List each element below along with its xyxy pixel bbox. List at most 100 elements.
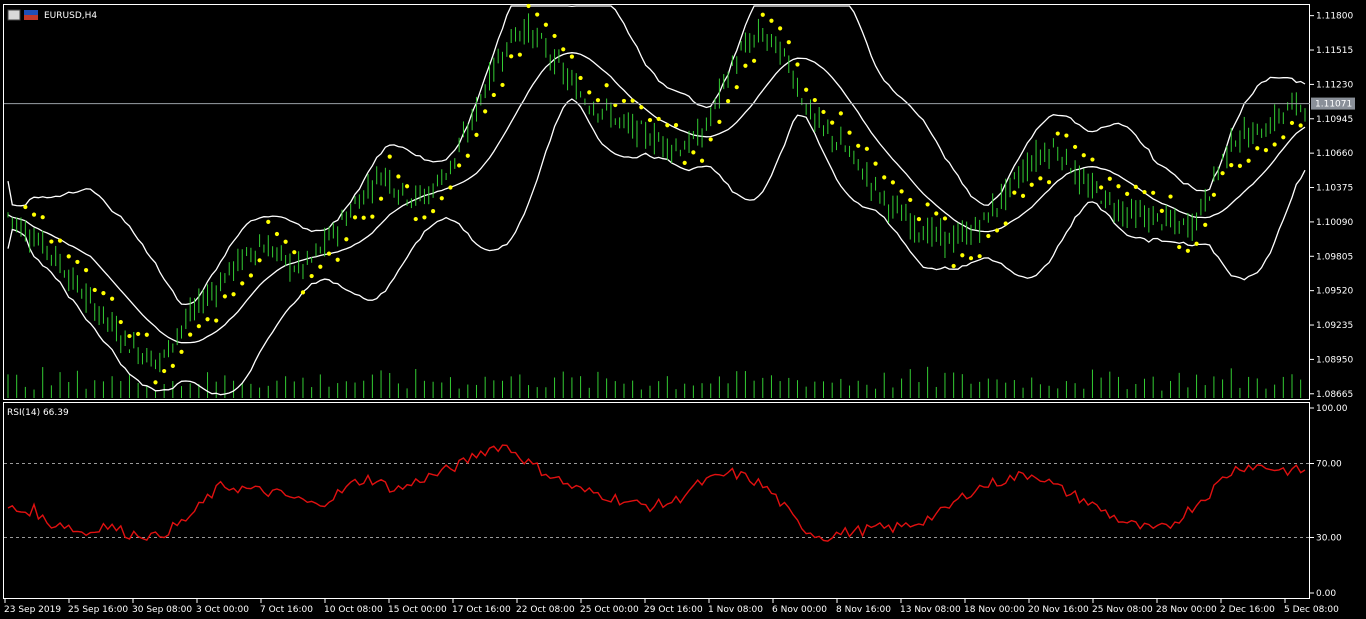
sar-dot (465, 153, 470, 158)
bollinger-middle (7, 52, 1306, 344)
rsi-panel-frame (3, 402, 1310, 599)
sar-dot (231, 292, 236, 297)
sar-dot (951, 263, 956, 269)
sar-dot (1038, 176, 1043, 181)
sar-dot (725, 99, 731, 104)
sar-dot (1133, 184, 1138, 189)
price-tick-label: 1.11800 (1316, 12, 1353, 22)
sar-dot (1142, 189, 1147, 195)
price-tick-label: 1.10660 (1316, 149, 1353, 159)
sar-dot (474, 132, 479, 137)
sar-dot (769, 18, 774, 23)
sar-dot (1072, 144, 1078, 150)
sar-dot (517, 52, 522, 57)
sar-dot (561, 47, 566, 52)
sar-dot (595, 98, 601, 103)
sar-dot (587, 90, 592, 95)
sar-dot (847, 130, 852, 135)
sar-dot (413, 216, 418, 222)
sar-dot (361, 215, 366, 220)
sar-dot (240, 281, 245, 286)
price-tick-label: 1.09235 (1316, 321, 1353, 331)
sar-dot (23, 204, 28, 210)
sar-dot (1020, 193, 1026, 198)
sar-dot (205, 317, 210, 322)
sar-dot (916, 216, 922, 222)
sar-dot (1255, 146, 1260, 151)
time-tick-label: 2 Dec 16:00 (1220, 605, 1275, 615)
sar-dot (665, 123, 670, 128)
sar-dot (274, 231, 280, 237)
sar-dot (673, 123, 679, 128)
time-tick-label: 25 Nov 08:00 (1092, 605, 1153, 615)
price-tick-label: 1.09520 (1316, 287, 1353, 297)
sar-dot (66, 254, 71, 259)
time-tick-label: 23 Sep 2019 (4, 605, 61, 615)
rsi-levels (4, 463, 1309, 538)
sar-dot (760, 12, 765, 17)
rsi-tick-label: 30.00 (1316, 534, 1342, 544)
sar-dot (925, 202, 930, 207)
sar-dot (110, 296, 115, 301)
price-tick-label: 1.10945 (1316, 115, 1353, 125)
sar-dot (326, 251, 332, 256)
sar-dot (153, 380, 158, 385)
sar-dot (838, 111, 843, 116)
sar-dot (778, 26, 783, 31)
sar-dot (352, 215, 358, 220)
time-tick-label: 10 Oct 08:00 (324, 605, 383, 615)
sar-dot (57, 238, 63, 243)
sar-dot (734, 85, 739, 90)
sar-dot (717, 119, 722, 124)
sar-dot (1185, 248, 1190, 253)
sar-dot (552, 33, 557, 39)
bollinger-upper (7, 5, 1306, 306)
sar-dot (396, 174, 401, 179)
sar-dot (1272, 142, 1277, 147)
time-tick-label: 15 Oct 00:00 (388, 605, 447, 615)
rsi-tick-label: 100.00 (1316, 404, 1348, 414)
sar-dot (222, 294, 227, 299)
price-tick-label: 1.11515 (1316, 46, 1353, 56)
sar-dot (92, 287, 97, 293)
time-tick-label: 25 Oct 00:00 (580, 605, 639, 615)
symbol-title: EURUSD,H4 (44, 11, 97, 21)
time-tick-label: 18 Nov 00:00 (964, 605, 1025, 615)
sar-dot (300, 290, 306, 295)
sar-dot (743, 63, 748, 68)
sar-dot (821, 109, 826, 115)
price-tick-label: 1.08665 (1316, 390, 1353, 400)
time-tick-label: 3 Oct 00:00 (196, 605, 249, 615)
sar-dot (1281, 135, 1286, 140)
sar-dot (535, 12, 540, 17)
time-tick-label: 13 Nov 08:00 (900, 605, 961, 615)
sar-dot (118, 319, 123, 325)
sar-dot (960, 253, 965, 258)
sar-dot (795, 62, 800, 67)
price-candles (7, 13, 1306, 373)
sar-dot (812, 97, 817, 103)
sar-dot (656, 116, 661, 122)
sar-dot (491, 92, 496, 98)
rsi-tick-label: 0.00 (1316, 589, 1336, 599)
sar-dot (1090, 157, 1095, 162)
time-tick-label: 20 Nov 16:00 (1028, 605, 1089, 615)
sar-dot (864, 146, 869, 151)
window-title: EURUSD,H4 (7, 9, 97, 21)
time-tick-label: 28 Nov 00:00 (1156, 605, 1217, 615)
sar-dot (1116, 184, 1121, 189)
sar-dot (344, 237, 349, 242)
sar-dot (873, 161, 878, 166)
chart-canvas[interactable]: EURUSD,H4 1.11800 1.11515 1.11230 1.10945 1.… (0, 0, 1366, 619)
price-tick-label: 1.10375 (1316, 184, 1353, 194)
sar-dot (630, 98, 635, 103)
rsi-axis: 100.00 70.00 30.00 0.00 (1310, 404, 1348, 599)
flag-icon-stripe (24, 15, 38, 20)
sar-dot (188, 332, 193, 337)
time-tick-label: 6 Nov 00:00 (772, 605, 827, 615)
sar-dot (179, 349, 184, 354)
sar-dot (890, 180, 896, 185)
sar-dot (986, 233, 991, 239)
price-tick-label: 1.11230 (1316, 80, 1353, 90)
sar-dot (387, 154, 392, 159)
